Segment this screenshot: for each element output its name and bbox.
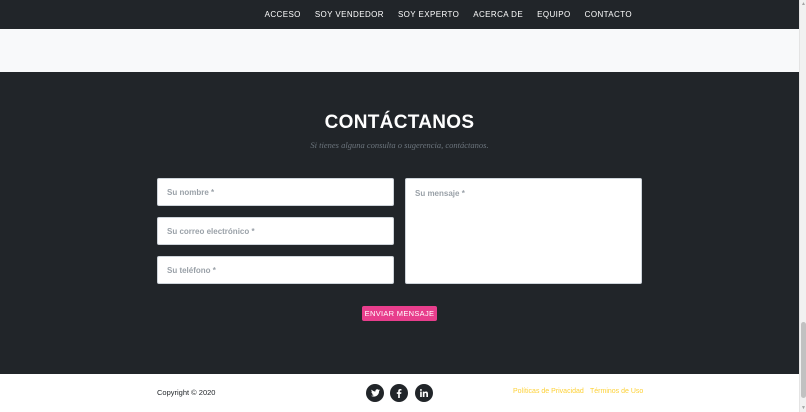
- facebook-icon: [396, 388, 402, 398]
- contact-subtitle: Si tienes alguna consulta o sugerencia, …: [310, 140, 489, 150]
- message-textarea[interactable]: Su mensaje *: [405, 178, 642, 284]
- linkedin-icon: [420, 389, 428, 397]
- linkedin-button[interactable]: [415, 384, 433, 402]
- nav-item-soy-experto[interactable]: SOY EXPERTO: [391, 10, 466, 19]
- name-input[interactable]: Su nombre *: [157, 178, 394, 206]
- nav-item-soy-vendedor[interactable]: SOY VENDEDOR: [308, 10, 391, 19]
- copyright-text: Copyright © 2020: [157, 388, 216, 397]
- send-message-button[interactable]: ENVIAR MENSAJE: [362, 306, 437, 321]
- vertical-scrollbar[interactable]: ▲ ▼: [799, 0, 806, 412]
- facebook-button[interactable]: [390, 384, 408, 402]
- nav-links: ACCESO SOY VENDEDOR SOY EXPERTO ACERCA D…: [258, 0, 639, 29]
- scroll-up-arrow-icon[interactable]: ▲: [801, 1, 806, 7]
- scroll-down-arrow-icon[interactable]: ▼: [801, 405, 806, 411]
- nav-item-acerca-de[interactable]: ACERCA DE: [466, 10, 530, 19]
- email-input[interactable]: Su correo electrónico *: [157, 217, 394, 245]
- contact-section: CONTÁCTANOS Si tienes alguna consulta o …: [0, 72, 799, 374]
- nav-item-equipo[interactable]: EQUIPO: [530, 10, 578, 19]
- nav-item-acceso[interactable]: ACCESO: [258, 10, 308, 19]
- footer: Copyright © 2020 Políticas de Privacidad…: [0, 374, 799, 412]
- terms-of-use-link[interactable]: Términos de Uso: [590, 388, 643, 395]
- contact-title: CONTÁCTANOS: [324, 112, 475, 133]
- phone-input[interactable]: Su teléfono *: [157, 256, 394, 284]
- nav-item-contacto[interactable]: CONTACTO: [578, 10, 639, 19]
- scrollbar-thumb[interactable]: [801, 322, 806, 398]
- twitter-icon: [370, 389, 380, 397]
- privacy-policy-link[interactable]: Políticas de Privacidad: [513, 388, 584, 395]
- page: ACCESO SOY VENDEDOR SOY EXPERTO ACERCA D…: [0, 0, 799, 412]
- top-navbar: ACCESO SOY VENDEDOR SOY EXPERTO ACERCA D…: [0, 0, 799, 29]
- twitter-button[interactable]: [366, 384, 384, 402]
- light-section-band: [0, 29, 799, 72]
